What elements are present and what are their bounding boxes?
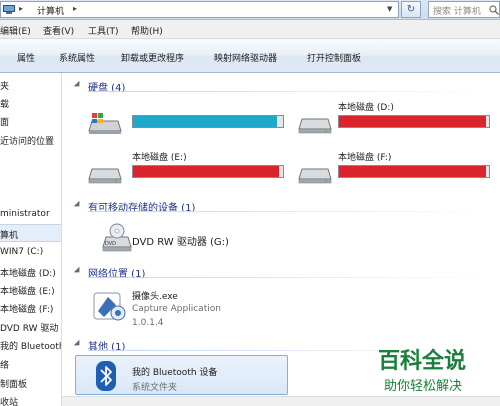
refresh-icon: ↻	[406, 4, 416, 15]
capacity-bar	[338, 115, 490, 128]
search-icon	[489, 5, 499, 15]
nav-item-drive-e[interactable]: 本地磁盘 (E:)	[0, 284, 55, 297]
svg-text:DVD: DVD	[105, 241, 116, 247]
windows-drive-icon	[88, 113, 122, 134]
hard-drive-icon	[298, 168, 332, 184]
watermark-slogan: 助你轻松解决	[384, 379, 463, 394]
command-bar: 属性 系统属性 卸载或更改程序 映射网络驱动器 打开控制面板	[0, 39, 500, 73]
group-header-network[interactable]: 网络位置 (1)	[62, 263, 500, 280]
menu-bar: 编辑(E) 查看(V) 工具(T) 帮助(H)	[0, 20, 500, 39]
group-divider	[88, 211, 493, 212]
search-input[interactable]: 搜索 计算机	[428, 1, 500, 18]
nav-item-recycle-bin[interactable]: 收站	[0, 395, 18, 406]
bluetooth-item-type: 系统文件夹	[132, 383, 178, 393]
app-name: 摄像头.exe	[132, 292, 178, 302]
open-control-panel-button[interactable]: 打开控制面板	[307, 51, 361, 64]
menu-tools[interactable]: 工具(T)	[88, 24, 119, 37]
nav-item-drive-c[interactable]: WIN7 (C:)	[0, 247, 43, 257]
group-divider	[88, 91, 493, 92]
collapse-arrow-icon[interactable]	[73, 200, 83, 210]
collapse-arrow-icon[interactable]	[73, 80, 83, 90]
nav-item-control-panel[interactable]: 制面板	[0, 377, 27, 390]
chevron-down-icon[interactable]: ▼	[387, 5, 392, 13]
capacity-fill	[339, 116, 486, 127]
nav-item-dvd[interactable]: DVD RW 驱动	[0, 321, 58, 334]
nav-item-network[interactable]: 络	[0, 358, 9, 371]
camera-app-icon	[93, 292, 126, 321]
nav-item-computer[interactable]: 算机	[0, 228, 18, 241]
bluetooth-devices-item[interactable]: 我的 Bluetooth 设备 系统文件夹	[75, 355, 288, 395]
drive-label: 本地磁盘 (E:)	[132, 153, 187, 163]
address-row: ▸ 计算机 ▸ ▼ ↻ 搜索 计算机	[0, 0, 500, 20]
drive-label: 本地磁盘 (D:)	[338, 103, 394, 113]
system-properties-button[interactable]: 系统属性	[59, 51, 95, 64]
capacity-bar	[338, 165, 490, 178]
nav-item-user[interactable]: ministrator	[0, 209, 50, 219]
nav-item-recent[interactable]: 近访问的位置	[0, 134, 54, 147]
collapse-arrow-icon[interactable]	[73, 266, 83, 276]
watermark-logo-text: 百科全说	[378, 349, 467, 374]
breadcrumb-arrow[interactable]: ▸	[19, 4, 23, 13]
address-bar[interactable]: ▸ 计算机 ▸ ▼	[0, 1, 399, 18]
nav-item-bluetooth[interactable]: 我的 Bluetooth	[0, 339, 61, 352]
computer-icon	[3, 5, 15, 14]
capacity-fill	[339, 166, 486, 177]
bluetooth-icon	[96, 361, 116, 391]
nav-item-downloads[interactable]: 载	[0, 97, 9, 110]
nav-item-drive-d[interactable]: 本地磁盘 (D:)	[0, 266, 56, 279]
properties-button[interactable]: 属性	[17, 51, 35, 64]
uninstall-program-button[interactable]: 卸载或更改程序	[121, 51, 184, 64]
capacity-fill	[133, 116, 277, 127]
navigation-pane: 夹 载 面 近访问的位置 ministrator 算机 WIN7 (C:) 本地…	[0, 73, 62, 406]
hard-drive-icon	[298, 118, 332, 134]
nav-item-favorites[interactable]: 夹	[0, 79, 9, 92]
breadcrumb-computer[interactable]: 计算机	[37, 4, 64, 17]
menu-view[interactable]: 查看(V)	[43, 24, 74, 37]
app-version: 1.0.1.4	[132, 318, 164, 328]
breadcrumb-arrow[interactable]: ▸	[73, 4, 77, 13]
hard-drive-icon	[88, 168, 122, 184]
horizontal-scrollbar[interactable]	[62, 396, 500, 406]
capacity-bar	[132, 165, 284, 178]
nav-item-drive-f[interactable]: 本地磁盘 (F:)	[0, 302, 53, 315]
dvd-drive-icon: DVD	[102, 223, 132, 252]
group-header-removable[interactable]: 有可移动存储的设备 (1)	[62, 197, 500, 214]
group-divider	[88, 277, 493, 278]
menu-help[interactable]: 帮助(H)	[131, 24, 163, 37]
bluetooth-item-name: 我的 Bluetooth 设备	[132, 368, 218, 378]
search-placeholder: 搜索 计算机	[433, 7, 481, 17]
dvd-drive-label: DVD RW 驱动器 (G:)	[132, 237, 229, 248]
refresh-button[interactable]: ↻	[401, 1, 421, 18]
group-header-hard-disks[interactable]: 硬盘 (4)	[62, 77, 500, 94]
capacity-fill	[133, 166, 279, 177]
menu-edit[interactable]: 编辑(E)	[0, 24, 31, 37]
drive-label: 本地磁盘 (F:)	[338, 153, 392, 163]
capacity-bar	[132, 115, 284, 128]
collapse-arrow-icon[interactable]	[73, 339, 83, 349]
app-description: Capture Application	[132, 304, 221, 314]
map-network-drive-button[interactable]: 映射网络驱动器	[214, 51, 277, 64]
nav-item-desktop[interactable]: 面	[0, 115, 9, 128]
